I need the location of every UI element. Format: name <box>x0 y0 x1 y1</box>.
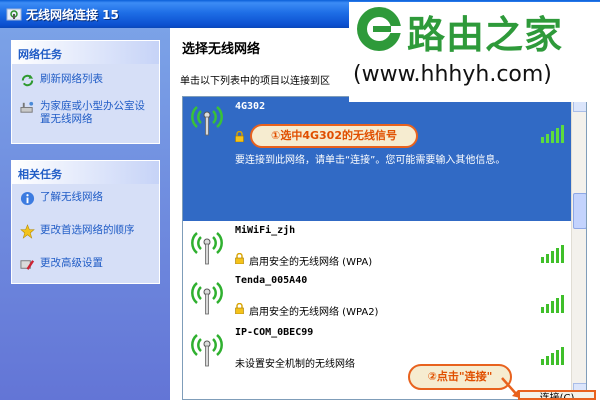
scroll-thumb[interactable] <box>573 193 586 229</box>
page-title: 选择无线网络 <box>182 42 261 57</box>
network-item-tenda[interactable]: Tenda_005A40 启用安全的无线网络 (WPA2) <box>183 271 571 323</box>
signal-strength-icon <box>541 125 564 143</box>
refresh-icon <box>21 74 34 87</box>
learn-wireless-link[interactable]: 了解无线网络 <box>12 191 159 206</box>
info-icon <box>20 191 35 206</box>
connect-button[interactable]: 连接(C) <box>518 390 596 400</box>
connect-hint: 要连接到此网络，请单击“连接”。您可能需要输入其他信息。 <box>235 155 506 166</box>
wireless-antenna-icon <box>191 334 223 367</box>
step2-callout: ②点击"连接" <box>408 364 512 390</box>
setup-wireless-network-label: 为家庭或小型办公室设置无线网络 <box>40 100 145 125</box>
setup-network-icon <box>20 101 34 113</box>
related-tasks-group: 相关任务 了解无线网络 更改首选网络的顺序 更改高级设置 <box>11 160 160 284</box>
network-name: IP-COM_0BEC99 <box>235 327 314 338</box>
brand-url: (www.hhhyh.com) <box>353 62 552 87</box>
lock-icon <box>235 253 244 264</box>
network-item-miwifi[interactable]: MiWiFi_zjh 启用安全的无线网络 (WPA) <box>183 221 571 271</box>
network-name: MiWiFi_zjh <box>235 225 296 236</box>
lock-icon <box>235 131 244 142</box>
settings-icon <box>20 260 35 270</box>
network-item-ip-com[interactable]: IP-COM_0BEC99 未设置安全机制的无线网络 <box>183 323 571 375</box>
refresh-network-list-link[interactable]: 刷新网络列表 <box>12 73 159 87</box>
task-pane: 网络任务 刷新网络列表 为家庭或小型办公室设置无线网络 相关任务 了解无线网络 … <box>0 28 170 400</box>
signal-strength-icon <box>541 347 564 365</box>
instructions-text: 单击以下列表中的项目以连接到区 <box>180 76 330 87</box>
refresh-network-list-label: 刷新网络列表 <box>40 73 103 85</box>
wireless-antenna-icon <box>191 232 223 265</box>
network-item-4g302[interactable]: 4G302 要连接到此网络，请单击“连接”。您可能需要输入其他信息。 <box>183 97 571 221</box>
network-tasks-group: 网络任务 刷新网络列表 为家庭或小型办公室设置无线网络 <box>11 40 160 144</box>
signal-strength-icon <box>541 295 564 313</box>
network-security-status: 启用安全的无线网络 (WPA2) <box>249 307 379 318</box>
network-name: 4G302 <box>235 101 266 112</box>
network-name: Tenda_005A40 <box>235 275 308 286</box>
related-tasks-heading: 相关任务 <box>12 161 159 184</box>
network-tasks-heading: 网络任务 <box>12 41 159 64</box>
wireless-antenna-icon <box>191 106 223 136</box>
learn-wireless-label: 了解无线网络 <box>40 191 103 203</box>
change-preferred-order-link[interactable]: 更改首选网络的顺序 <box>12 224 159 239</box>
network-security-status: 启用安全的无线网络 (WPA) <box>249 257 373 268</box>
star-icon <box>20 224 35 239</box>
brand-logo-icon <box>357 7 401 51</box>
brand-name: 路由之家 <box>407 12 564 57</box>
wireless-antenna-icon <box>191 282 223 315</box>
window-title: 无线网络连接 15 <box>26 8 119 22</box>
signal-strength-icon <box>541 245 564 263</box>
change-advanced-settings-label: 更改高级设置 <box>40 257 103 269</box>
step1-callout: ①选中4G302的无线信号 <box>250 124 418 148</box>
wireless-network-icon <box>6 8 22 21</box>
change-advanced-settings-link[interactable]: 更改高级设置 <box>12 257 159 270</box>
setup-wireless-network-link[interactable]: 为家庭或小型办公室设置无线网络 <box>12 100 152 126</box>
vertical-scrollbar[interactable] <box>571 97 586 399</box>
network-security-status: 未设置安全机制的无线网络 <box>235 359 355 370</box>
lock-icon <box>235 303 244 314</box>
change-preferred-order-label: 更改首选网络的顺序 <box>40 224 135 236</box>
site-logo: 路由之家 (www.hhhyh.com) <box>349 2 600 102</box>
